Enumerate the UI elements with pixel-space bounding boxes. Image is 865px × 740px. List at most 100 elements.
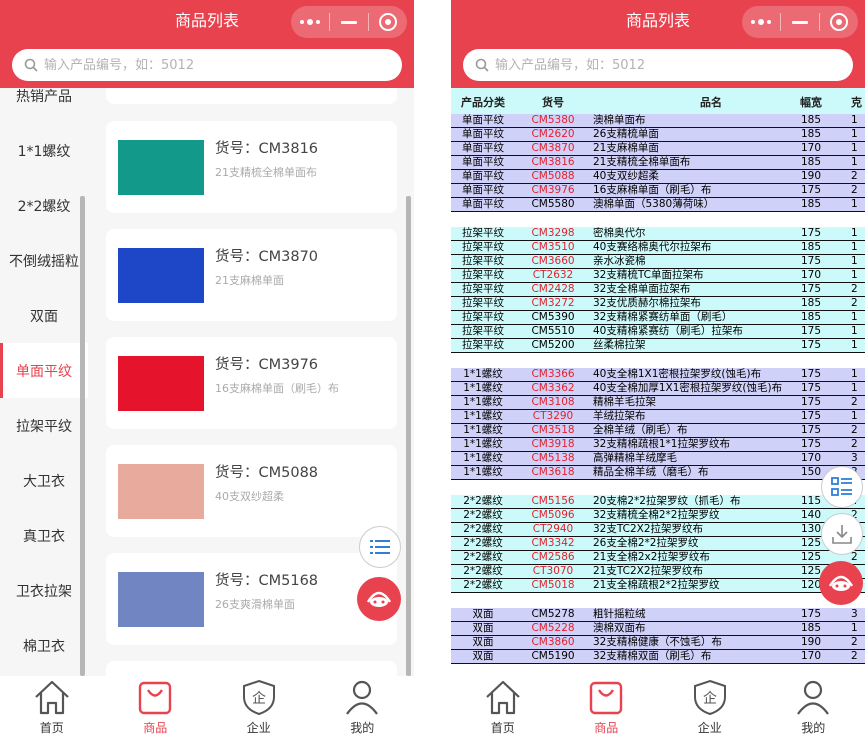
- category-item[interactable]: 2*2螺纹: [0, 178, 88, 233]
- minimize-icon[interactable]: [781, 6, 819, 38]
- table-row[interactable]: 双面 CM5278 粗针摇粒绒 175 3: [451, 608, 865, 622]
- cell-code: CM5156: [531, 495, 575, 507]
- table-row[interactable]: 1*1螺纹 CM5138 高弹精棉羊绒摩毛 170 3: [451, 452, 865, 466]
- tab-3[interactable]: 我的: [311, 676, 415, 740]
- customer-service-button[interactable]: [819, 561, 863, 605]
- product-card[interactable]: 货号：CM5168 26支爽滑棉单面: [106, 553, 397, 645]
- table-row[interactable]: 拉架平纹 CM5200 丝柔棉拉架 175 1: [451, 339, 865, 353]
- table-row[interactable]: 1*1螺纹 CT3290 羊绒拉架布 175 1: [451, 410, 865, 424]
- category-item[interactable]: 热销产品: [0, 88, 88, 123]
- category-item[interactable]: 真卫衣: [0, 508, 88, 563]
- cell-name: 40支赛络棉奥代尔拉架布: [593, 241, 712, 253]
- grid-list-icon: [831, 477, 852, 496]
- table-row[interactable]: 2*2螺纹CM501821支全棉疏根2*2拉架罗纹1202: [451, 579, 865, 593]
- grid-view-button[interactable]: [821, 466, 863, 508]
- product-card[interactable]: 货号：CM3816 21支精梳全棉单面布: [106, 121, 397, 213]
- more-icon[interactable]: [742, 6, 780, 38]
- cell-name: 32支精棉双面（刷毛）布: [593, 650, 712, 662]
- table-row[interactable]: 拉架平纹 CM2428 32支全棉单面拉架布 175 2: [451, 283, 865, 297]
- close-target-icon[interactable]: [820, 6, 858, 38]
- table-row[interactable]: 1*1螺纹 CM3108 精棉羊毛拉架 175 2: [451, 396, 865, 410]
- product-card-partial[interactable]: [106, 661, 397, 676]
- table-row[interactable]: 拉架平纹 CT2632 32支精梳TC单面拉架布 170 1: [451, 269, 865, 283]
- table-row[interactable]: 单面平纹 CM3870 21支麻棉单面 170 1: [451, 142, 865, 156]
- table-row[interactable]: 拉架平纹 CM3660 亲水冰瓷棉 175 1: [451, 255, 865, 269]
- cell-name: 32支精梳全棉2*2拉架罗纹: [593, 509, 720, 521]
- table-row[interactable]: 拉架平纹 CM5510 40支精棉紧赛纺（刷毛）拉架布 175 1: [451, 325, 865, 339]
- search-bar[interactable]: [463, 49, 853, 81]
- category-item[interactable]: 拉架平纹: [0, 398, 88, 453]
- cell-category: 2*2螺纹: [463, 509, 503, 521]
- product-card[interactable]: 货号：CM3976 16支麻棉单面（刷毛）布: [106, 337, 397, 429]
- table-row[interactable]: 1*1螺纹 CM3518 全棉羊绒（刷毛）布 175 2: [451, 424, 865, 438]
- category-item[interactable]: 1*1螺纹: [0, 123, 88, 178]
- category-item[interactable]: 卫衣拉架: [0, 563, 88, 618]
- table-row[interactable]: 单面平纹 CM5088 40支双纱超柔 190 2: [451, 170, 865, 184]
- cell-code: CM3518: [531, 424, 575, 436]
- cell-width: 175: [800, 368, 822, 380]
- table-row[interactable]: 拉架平纹 CM3510 40支赛络棉奥代尔拉架布 185 1: [451, 241, 865, 255]
- search-bar[interactable]: [12, 49, 402, 81]
- search-input[interactable]: [44, 57, 364, 73]
- minimize-icon[interactable]: [330, 6, 368, 38]
- cell-category: 拉架平纹: [462, 297, 504, 309]
- table-row[interactable]: 1*1螺纹 CM3362 40支全棉加厚1X1密根拉架罗纹(蚀毛)布 175 1: [451, 382, 865, 396]
- table-row[interactable]: 2*2螺纹CM334226支全棉2*2拉架罗纹1252: [451, 537, 865, 551]
- category-item[interactable]: 大卫衣: [0, 453, 88, 508]
- table-row[interactable]: 双面 CM5228 澳棉双面布 185 1: [451, 622, 865, 636]
- table-row[interactable]: 单面平纹 CM3976 16支麻棉单面（刷毛）布 175 2: [451, 184, 865, 198]
- user-icon: [793, 679, 833, 718]
- headset-icon: [366, 591, 392, 607]
- table-row[interactable]: 单面平纹 CM5380 澳棉单面布 185 1: [451, 114, 865, 128]
- table-row[interactable]: 2*2螺纹 CM5096 32支精梳全棉2*2拉架罗纹 140 2: [451, 509, 865, 523]
- close-target-icon[interactable]: [369, 6, 407, 38]
- table-row[interactable]: 双面 CM5190 32支精棉双面（刷毛）布 170 2: [451, 650, 865, 664]
- table-row[interactable]: 1*1螺纹 CM3366 40支全棉1X1密根拉架罗纹(蚀毛)布 175 1: [451, 368, 865, 382]
- category-item[interactable]: 双面: [0, 288, 88, 343]
- table-row[interactable]: 单面平纹 CM3816 21支精梳全棉单面布 185 1: [451, 156, 865, 170]
- cell-weight: 1: [851, 325, 858, 337]
- product-card[interactable]: 货号：CM3870 21支麻棉单面: [106, 229, 397, 321]
- tab-0[interactable]: 首页: [451, 676, 555, 740]
- tab-2[interactable]: 企企业: [658, 676, 762, 740]
- table-row[interactable]: 1*1螺纹 CM3918 32支精棉疏根1*1拉架罗纹布 175 2: [451, 438, 865, 452]
- table-row[interactable]: 1*1螺纹CM3618精品全棉羊绒（磨毛）布1503: [451, 466, 865, 480]
- tab-2[interactable]: 企企业: [207, 676, 311, 740]
- product-card-partial[interactable]: [106, 88, 397, 104]
- tab-3[interactable]: 我的: [762, 676, 865, 740]
- category-item[interactable]: 棉卫衣: [0, 618, 88, 673]
- download-button[interactable]: [821, 513, 863, 555]
- table-row[interactable]: 2*2螺纹CT307021支TC2X2拉架罗纹布1252: [451, 565, 865, 579]
- table-row[interactable]: 单面平纹 CM2620 26支精梳单面 185 1: [451, 128, 865, 142]
- list-view-button[interactable]: [359, 526, 401, 568]
- table-row[interactable]: 2*2螺纹 CM2586 21支全棉2x2拉架罗纹布 125 2: [451, 551, 865, 565]
- list-scrollbar[interactable]: [406, 196, 411, 676]
- table-row[interactable]: 拉架平纹 CM3298 密棉奥代尔 175 1: [451, 227, 865, 241]
- table-row[interactable]: 拉架平纹 CM3272 32支优质赫尔棉拉架布 185 2: [451, 297, 865, 311]
- cell-code: CM2586: [531, 551, 575, 563]
- more-icon[interactable]: [291, 6, 329, 38]
- table-row[interactable]: 2*2螺纹CM515620支棉2*2拉架罗纹（抓毛）布1154: [451, 495, 865, 509]
- table-row[interactable]: 拉架平纹 CM5390 32支精棉紧赛纺单面（刷毛） 185 1: [451, 311, 865, 325]
- home-icon: [483, 679, 523, 718]
- table-row[interactable]: 单面平纹 CM5580 澳棉单面（5380薄荷味） 185 1: [451, 198, 865, 212]
- tab-1[interactable]: 商品: [555, 676, 659, 740]
- category-item[interactable]: 不倒绒摇粒: [0, 233, 88, 288]
- customer-service-button[interactable]: [357, 577, 401, 621]
- search-input[interactable]: [495, 57, 815, 73]
- table-row[interactable]: 双面 CM3860 32支精棉健康（不蚀毛）布 190 2: [451, 636, 865, 650]
- table-row[interactable]: 2*2螺纹CT294032支TC2X2拉架罗纹布1302: [451, 523, 865, 537]
- sidebar-scrollbar[interactable]: [80, 196, 85, 676]
- cell-category: 1*1螺纹: [463, 438, 503, 450]
- product-desc: 16支麻棉单面（刷毛）布: [215, 382, 339, 395]
- cell-width: 190: [800, 170, 822, 182]
- category-item[interactable]: 单面平纹: [0, 343, 88, 398]
- product-card[interactable]: 货号：CM5088 40支双纱超柔: [106, 445, 397, 537]
- cell-width: 185: [800, 622, 822, 634]
- cell-weight: 3: [851, 452, 858, 464]
- cell-name: 精棉羊毛拉架: [593, 396, 656, 408]
- tab-0[interactable]: 首页: [0, 676, 104, 740]
- cell-category: 1*1螺纹: [463, 396, 503, 408]
- cell-weight: 1: [851, 156, 858, 168]
- tab-1[interactable]: 商品: [104, 676, 208, 740]
